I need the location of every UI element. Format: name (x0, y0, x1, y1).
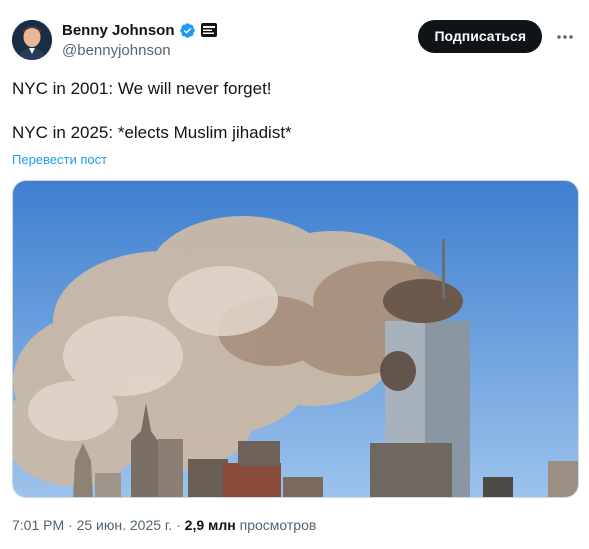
tweet-image[interactable] (12, 180, 579, 498)
display-name[interactable]: Benny Johnson (62, 22, 175, 39)
tweet-header: Benny Johnson @bennyjohnson Подписаться (12, 18, 578, 64)
tweet-text: NYC in 2001: We will never forget! NYC i… (12, 78, 572, 144)
tweet-date[interactable]: 25 июн. 2025 г. (77, 517, 173, 533)
avatar[interactable] (12, 20, 52, 60)
views-count[interactable]: 2,9 млн (185, 517, 236, 533)
translate-post-link[interactable]: Перевести пост (12, 152, 107, 167)
tweet-meta: 7:01 PM · 25 июн. 2025 г. · 2,9 млн прос… (12, 517, 316, 533)
meta-separator: · (68, 517, 73, 533)
subscribe-button[interactable]: Подписаться (418, 20, 542, 53)
views-label: просмотров (239, 517, 317, 533)
more-options-icon[interactable] (554, 26, 576, 48)
tweet-time[interactable]: 7:01 PM (12, 517, 64, 533)
affiliate-badge-icon[interactable] (200, 23, 217, 37)
tweet-line-2: NYC in 2025: *elects Muslim jihadist* (12, 123, 292, 142)
verified-badge-icon[interactable] (179, 22, 196, 39)
user-handle[interactable]: @bennyjohnson (62, 42, 217, 59)
tweet-line-1: NYC in 2001: We will never forget! (12, 79, 272, 98)
meta-separator-2: · (176, 517, 181, 533)
